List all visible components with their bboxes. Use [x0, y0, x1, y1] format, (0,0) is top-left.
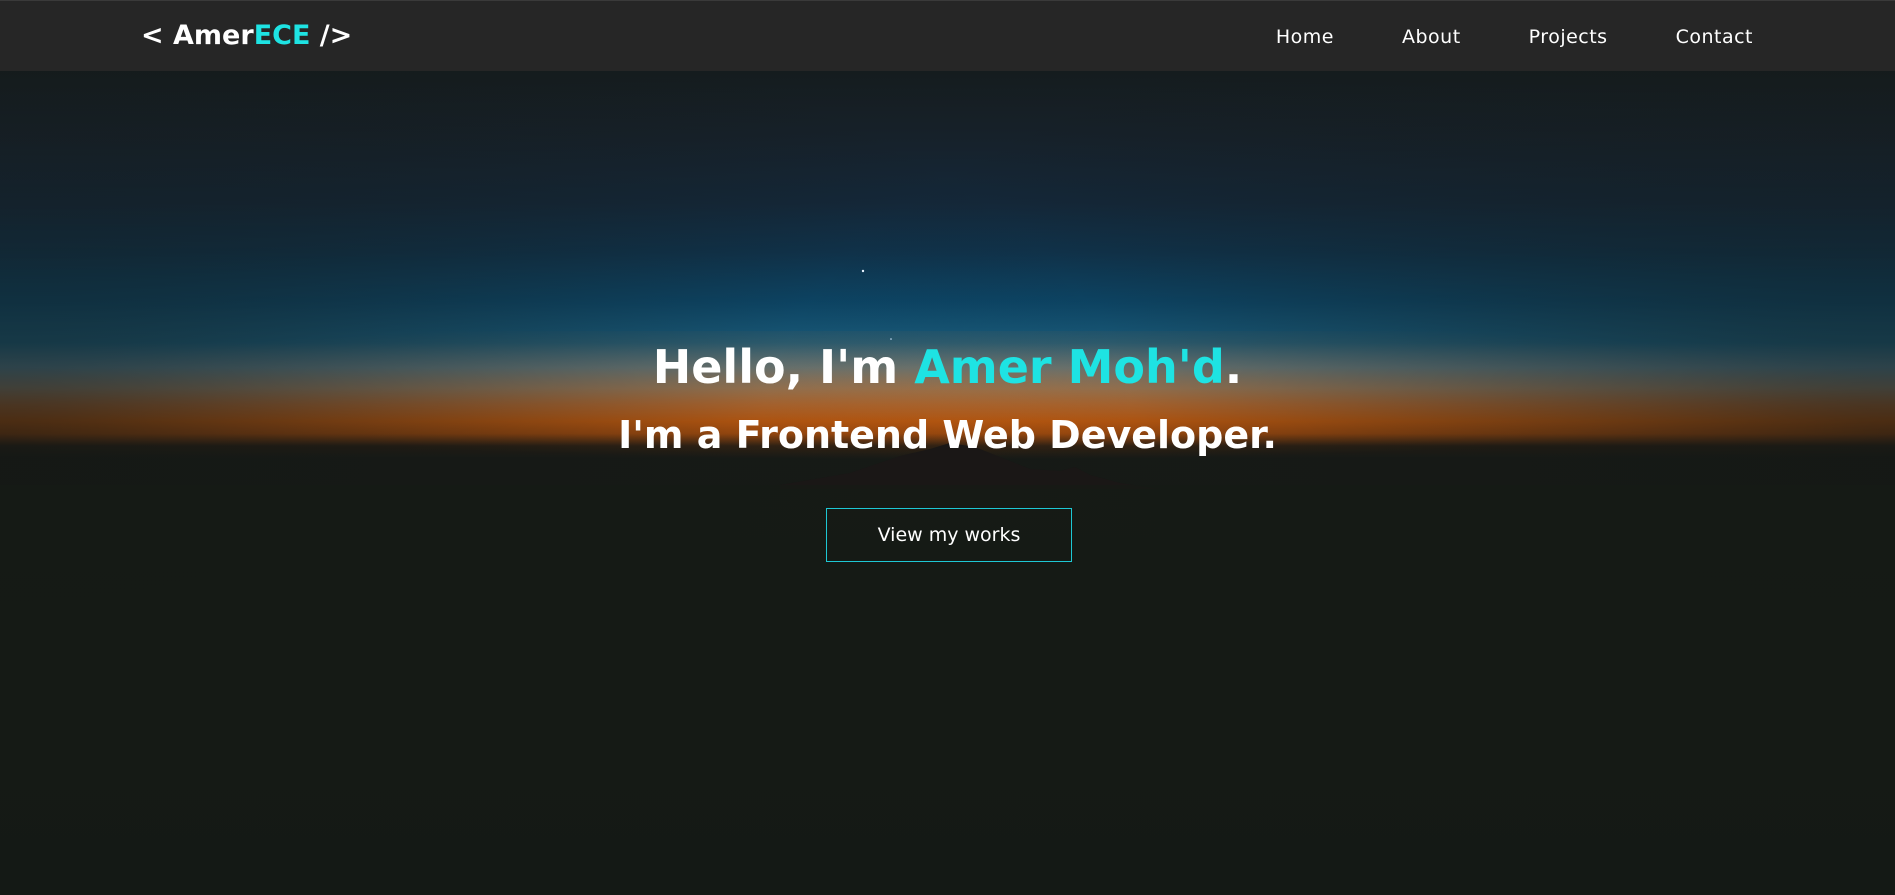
logo-main-text: Amer	[173, 20, 254, 51]
hero-section: Hello, I'm Amer Moh'd. I'm a Frontend We…	[0, 71, 1895, 895]
navbar: < AmerECE /> Home About Projects Contact	[0, 0, 1895, 71]
logo-open-bracket: <	[141, 20, 174, 51]
nav-link-contact[interactable]: Contact	[1676, 26, 1753, 48]
hero-content: Hello, I'm Amer Moh'd. I'm a Frontend We…	[0, 71, 1895, 895]
nav-link-home[interactable]: Home	[1276, 26, 1334, 48]
hero-greeting: Hello, I'm	[652, 340, 915, 394]
hero-headline: Hello, I'm Amer Moh'd.	[0, 342, 1895, 393]
nav-link-projects[interactable]: Projects	[1529, 26, 1608, 48]
hero-name: Amer Moh'd	[914, 340, 1225, 394]
page: < AmerECE /> Home About Projects Contact	[0, 0, 1895, 895]
logo-accent-text: ECE	[253, 20, 311, 51]
nav-link-about[interactable]: About	[1402, 26, 1461, 48]
site-logo[interactable]: < AmerECE />	[141, 20, 352, 51]
view-my-works-button[interactable]: View my works	[826, 508, 1072, 562]
hero-greeting-end: .	[1224, 340, 1243, 394]
logo-close-bracket: />	[310, 20, 353, 51]
nav-links: Home About Projects Contact	[1208, 1, 1753, 72]
hero-subtitle: I'm a Frontend Web Developer.	[618, 413, 1277, 457]
